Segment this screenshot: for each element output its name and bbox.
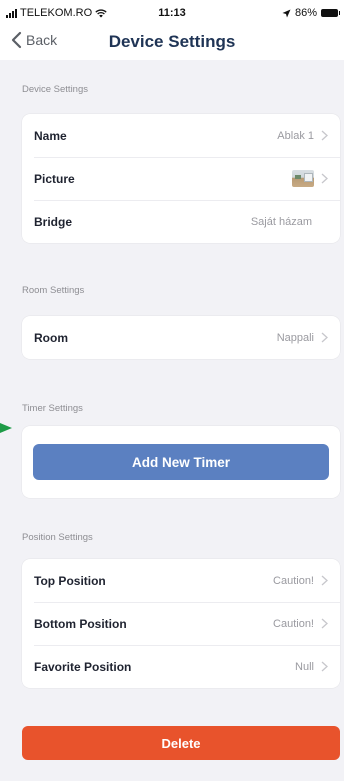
top-position-row[interactable]: Top Position Caution! bbox=[22, 559, 340, 602]
favorite-position-value: Null bbox=[295, 660, 314, 673]
status-bar: TELEKOM.RO 11:13 86% bbox=[0, 0, 344, 26]
timer-settings-card: Add New Timer bbox=[22, 426, 340, 498]
position-settings-card: Top Position Caution! Bottom Position Ca… bbox=[22, 559, 340, 688]
bridge-value: Saját házam bbox=[250, 215, 312, 228]
bottom-position-row[interactable]: Bottom Position Caution! bbox=[22, 602, 340, 645]
room-row[interactable]: Room Nappali bbox=[22, 316, 340, 359]
chevron-right-icon bbox=[321, 575, 328, 586]
room-settings-card: Room Nappali bbox=[22, 316, 340, 359]
chevron-right-icon bbox=[321, 661, 328, 672]
room-value: Nappali bbox=[276, 331, 314, 344]
chevron-right-icon bbox=[321, 173, 328, 184]
room-label: Room bbox=[34, 330, 68, 345]
favorite-position-label: Favorite Position bbox=[34, 659, 132, 674]
page-title: Device Settings bbox=[108, 32, 236, 51]
name-value: Ablak 1 bbox=[277, 129, 314, 142]
battery-icon bbox=[321, 9, 340, 17]
chevron-right-icon bbox=[321, 618, 328, 629]
delete-button[interactable]: Delete bbox=[22, 726, 340, 760]
green-arrow-marker bbox=[0, 423, 12, 433]
battery-percent: 86% bbox=[294, 7, 317, 19]
room-photo-thumbnail bbox=[292, 170, 314, 187]
location-arrow-icon bbox=[282, 9, 291, 17]
chevron-right-icon bbox=[321, 130, 328, 141]
bottom-position-label: Bottom Position bbox=[34, 616, 127, 631]
bridge-row: Bridge Saját házam bbox=[22, 200, 340, 243]
navigation-bar: Back Device Settings bbox=[0, 26, 344, 60]
top-position-value: Caution! bbox=[273, 574, 314, 587]
picture-row[interactable]: Picture bbox=[22, 157, 340, 200]
name-row[interactable]: Name Ablak 1 bbox=[22, 114, 340, 157]
timer-settings-heading: Timer Settings bbox=[22, 403, 83, 414]
device-settings-heading: Device Settings bbox=[22, 84, 89, 95]
add-new-timer-button[interactable]: Add New Timer bbox=[33, 444, 329, 480]
bottom-position-value: Caution! bbox=[273, 617, 314, 630]
position-settings-heading: Position Settings bbox=[22, 532, 93, 543]
top-position-label: Top Position bbox=[34, 573, 106, 588]
picture-label: Picture bbox=[34, 171, 75, 186]
room-settings-heading: Room Settings bbox=[22, 285, 85, 296]
device-settings-card: Name Ablak 1 Picture Bridge Saját házam bbox=[22, 114, 340, 243]
favorite-position-row[interactable]: Favorite Position Null bbox=[22, 645, 340, 688]
bridge-label: Bridge bbox=[34, 214, 73, 229]
status-right: 86% bbox=[282, 7, 340, 19]
chevron-right-icon bbox=[321, 332, 328, 343]
name-label: Name bbox=[34, 128, 67, 143]
